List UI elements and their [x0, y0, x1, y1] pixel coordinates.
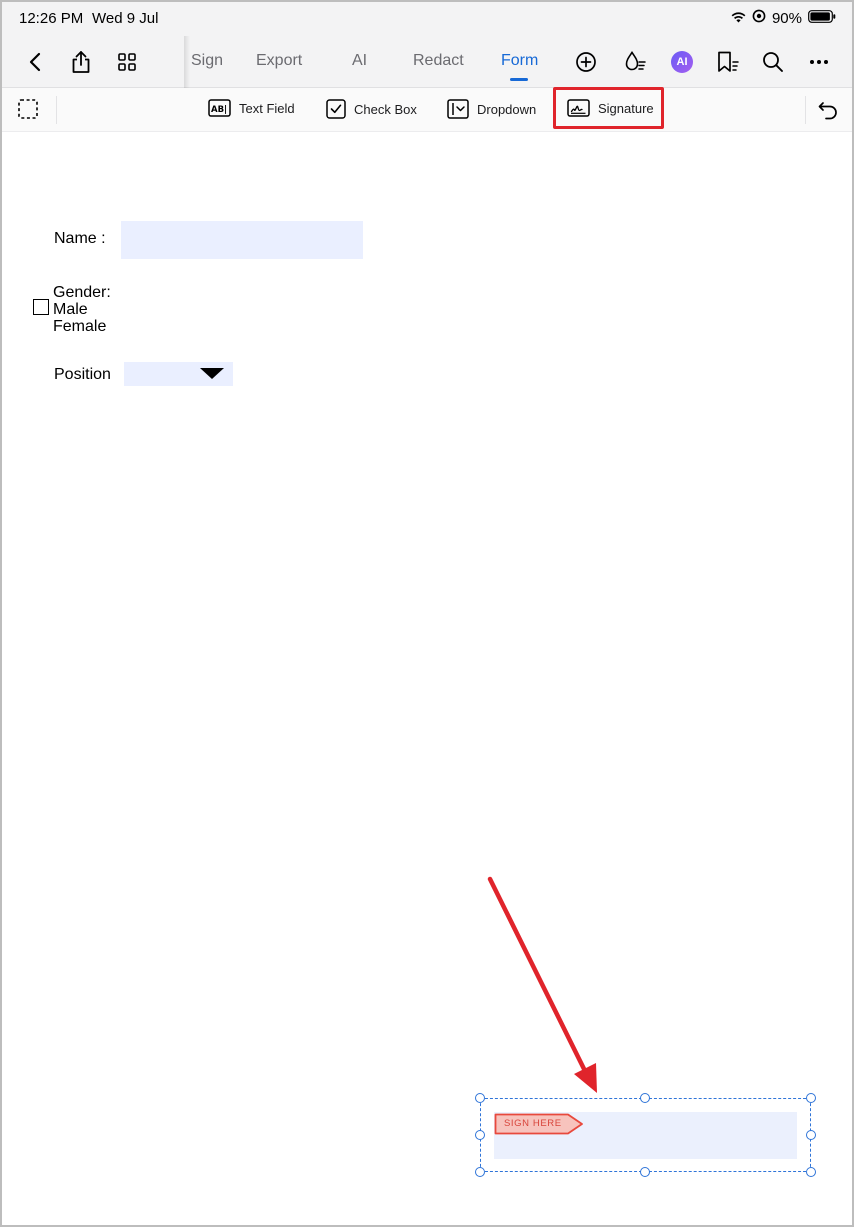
- battery-icon: [808, 9, 836, 27]
- dropdown-arrow-icon: [200, 368, 224, 379]
- svg-text:AB|: AB|: [211, 105, 227, 115]
- male-label: Male: [53, 301, 88, 318]
- dropdown-label: Dropdown: [477, 101, 537, 117]
- toolbar-divider: [805, 96, 806, 124]
- resize-handle-right[interactable]: [806, 1130, 816, 1140]
- name-label: Name :: [54, 230, 106, 247]
- check-box-label: Check Box: [354, 101, 417, 117]
- resize-handle-top-right[interactable]: [806, 1093, 816, 1103]
- undo-icon[interactable]: [817, 98, 839, 120]
- annotation-arrow-icon: [487, 876, 597, 1093]
- status-bar: 12:26 PM Wed 9 Jul 90%: [0, 0, 854, 36]
- tab-redact[interactable]: Redact: [413, 52, 464, 70]
- ink-drop-icon[interactable]: [621, 48, 649, 76]
- status-time: 12:26 PM: [19, 10, 84, 27]
- position-dropdown[interactable]: [124, 362, 233, 386]
- back-icon[interactable]: [21, 48, 49, 76]
- dropdown-tool[interactable]: Dropdown: [447, 99, 536, 119]
- female-label: Female: [53, 318, 107, 335]
- select-area-icon[interactable]: [17, 98, 41, 122]
- signature-highlight: [553, 87, 664, 129]
- wifi-icon: [731, 10, 746, 27]
- status-date: Wed 9 Jul: [92, 10, 159, 27]
- text-field-icon: AB|: [208, 99, 231, 117]
- text-field-tool[interactable]: AB| Text Field: [208, 99, 295, 117]
- tab-strip-edge: [184, 36, 190, 88]
- tab-export[interactable]: Export: [256, 52, 302, 70]
- dropdown-icon: [447, 99, 469, 119]
- search-icon[interactable]: [759, 48, 787, 76]
- focus-icon: [752, 9, 766, 27]
- name-text-field[interactable]: [121, 221, 363, 259]
- top-navigation: Sign Export AI Redact Form AI: [0, 36, 854, 88]
- more-icon[interactable]: [805, 48, 833, 76]
- ai-badge-icon[interactable]: AI: [668, 48, 696, 76]
- text-field-label: Text Field: [239, 100, 295, 116]
- screenshot-frame: [0, 0, 854, 1227]
- active-tab-indicator: [510, 78, 528, 81]
- resize-handle-bottom-left[interactable]: [475, 1167, 485, 1177]
- resize-handle-top[interactable]: [640, 1093, 650, 1103]
- share-icon[interactable]: [67, 48, 95, 76]
- check-box-tool[interactable]: Check Box: [326, 99, 417, 119]
- status-right: 90%: [731, 9, 836, 27]
- battery-percent: 90%: [771, 9, 802, 27]
- tab-form[interactable]: Form: [501, 52, 538, 70]
- resize-handle-bottom[interactable]: [640, 1167, 650, 1177]
- add-circle-icon[interactable]: [572, 48, 600, 76]
- sign-here-label: SIGN HERE: [504, 1118, 562, 1129]
- resize-handle-bottom-right[interactable]: [806, 1167, 816, 1177]
- check-box-icon: [326, 99, 346, 119]
- position-label: Position: [54, 366, 111, 383]
- grid-icon[interactable]: [113, 48, 141, 76]
- gender-checkbox[interactable]: [33, 299, 49, 315]
- toolbar-divider: [56, 96, 57, 124]
- resize-handle-left[interactable]: [475, 1130, 485, 1140]
- form-toolbar: AB| Text Field Check Box Dropdown Signat…: [0, 88, 854, 132]
- resize-handle-top-left[interactable]: [475, 1093, 485, 1103]
- gender-label: Gender:: [53, 284, 111, 301]
- tab-ai[interactable]: AI: [352, 52, 367, 70]
- ai-badge: AI: [671, 51, 693, 73]
- bookmark-list-icon[interactable]: [713, 48, 741, 76]
- tab-sign[interactable]: Sign: [191, 52, 223, 70]
